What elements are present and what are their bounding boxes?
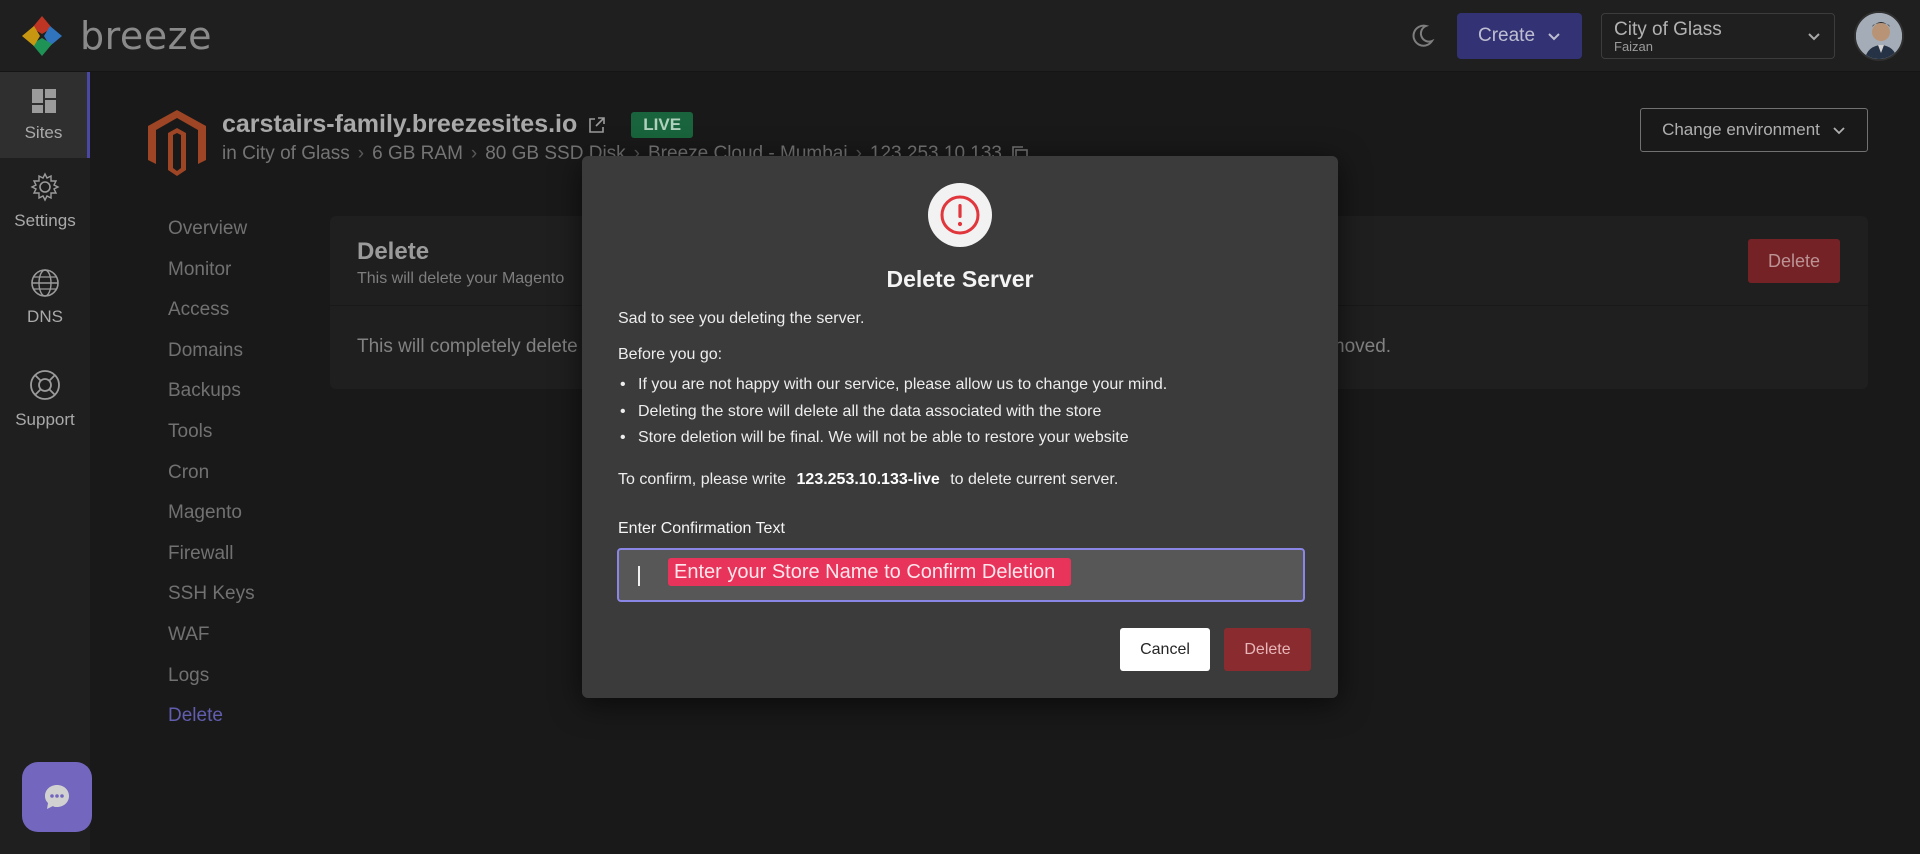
warning-list: If you are not happy with our service, p… [618,376,1167,456]
modal-before: Before you go: [618,346,723,363]
confirm-prefix: To confirm, please write [618,471,787,488]
delete-server-modal: Delete Server Sad to see you deleting th… [582,156,1338,698]
field-label: Enter Confirmation Text [618,520,785,537]
field-hint-tag: Enter your Store Name to Confirm Deletio… [668,558,1072,586]
alert-badge [928,183,992,247]
list-item: Store deletion will be final. We will no… [618,429,1167,456]
confirm-delete-button[interactable]: Delete [1224,628,1311,671]
modal-title: Delete Server [886,266,1034,292]
confirmation-input[interactable]: Enter your Store Name to Confirm Deletio… [617,548,1305,602]
cancel-button[interactable]: Cancel [1120,628,1210,671]
modal-intro: Sad to see you deleting the server. [618,310,865,327]
confirm-suffix: to delete current server. [950,471,1119,488]
text-caret [638,566,640,586]
confirm-instruction: To confirm, please write 123.253.10.133-… [618,471,1118,489]
list-item: Deleting the store will delete all the d… [618,403,1167,430]
alert-circle-icon [940,195,980,235]
confirm-token: 123.253.10.133-live [796,471,940,488]
list-item: If you are not happy with our service, p… [618,376,1167,403]
